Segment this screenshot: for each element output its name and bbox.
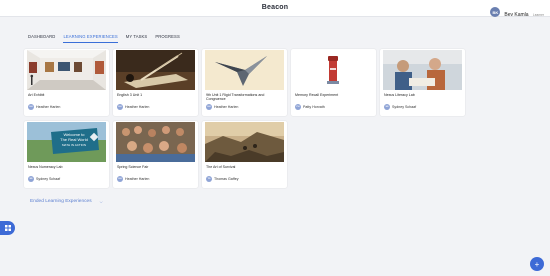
user-avatar[interactable]: BK [490,7,501,17]
card-thumbnail [383,50,462,90]
side-menu-button[interactable] [0,221,15,235]
sign-line-3: MATH IN ACTION [62,143,86,147]
user-name: Bev Kamla [504,12,529,18]
card-thumbnail [27,50,106,90]
owner-name: Heather Harlen [125,177,150,181]
owner-name: Thomas Gaffey [214,177,239,181]
tab-dashboard[interactable]: DASHBOARD [28,34,55,43]
experience-card-nexus-literacy-lab[interactable]: Nexus Literacy Lab SS Sydney Schaaf [380,49,465,116]
owner-name: Sydney Schaaf [392,105,417,109]
user-role: Learner [533,13,544,17]
card-thumbnail: Welcome to The Real World MATH IN ACTION [27,122,106,162]
card-owner: PH Patty Horvath [295,104,325,110]
owner-avatar: HH [117,104,123,110]
card-owner: HH Heather Harlen [117,104,149,110]
experience-card-english-3-unit-1[interactable]: English 3 Unit 1 HH Heather Harlen [113,49,198,116]
app-title: Beacon [261,4,289,11]
experience-card-spring-science-fair[interactable]: Spring Science Fair HH Heather Harlen [113,121,198,188]
card-title: The Art of Survival [206,165,236,169]
user-menu[interactable]: BK Bev Kamla Learner [490,3,544,21]
tab-progress[interactable]: PROGRESS [155,34,180,43]
owner-name: Heather Harlen [125,105,150,109]
card-title: 9th Unit 1 Rigid Transformations and Con… [206,93,265,102]
owner-name: Patty Horvath [303,105,325,109]
card-owner: SS Sydney Schaaf [28,176,60,182]
card-thumbnail [205,122,284,162]
owner-name: Sydney Schaaf [36,177,61,181]
owner-name: Heather Harlen [36,105,61,109]
card-thumbnail [294,50,373,90]
owner-avatar: HH [117,176,123,182]
card-owner: HH Heather Harlen [206,104,238,110]
top-bar: Beacon BK Bev Kamla Learner [0,0,550,18]
experience-card-nexus-numeracy-lab[interactable]: Welcome to The Real World MATH IN ACTION… [24,121,109,188]
tabs-nav: DASHBOARD LEARNING EXPERIENCES MY TASKS … [28,34,180,43]
experience-card-memory-recall[interactable]: Memory Recall Experiment PH Patty Horvat… [291,49,376,116]
card-title: English 3 Unit 1 [117,93,143,97]
card-title: Nexus Numeracy Lab [28,165,63,169]
card-title: Spring Science Fair [117,165,149,169]
card-thumbnail [205,50,284,90]
experience-card-art-exhibit[interactable]: Art Exhibit HH Heather Harlen [24,49,109,116]
ended-experiences-label: Ended Learning Experiences [30,199,92,204]
chevron-down-icon: ⌵ [99,199,103,204]
grid-icon [4,225,11,231]
card-title: Art Exhibit [28,93,45,97]
owner-avatar: TG [206,176,212,182]
card-owner: TG Thomas Gaffey [206,176,239,182]
card-title: Nexus Literacy Lab [384,93,415,97]
ended-experiences-toggle[interactable]: Ended Learning Experiences ⌵ [30,199,103,204]
card-owner: SS Sydney Schaaf [384,104,416,110]
owner-avatar: HH [28,104,34,110]
card-thumbnail [116,50,195,90]
card-owner: HH Heather Harlen [28,104,60,110]
tab-learning-experiences[interactable]: LEARNING EXPERIENCES [63,34,118,43]
owner-name: Heather Harlen [214,105,239,109]
card-owner: HH Heather Harlen [117,176,149,182]
owner-avatar: SS [28,176,34,182]
add-button[interactable]: + [530,257,544,271]
tab-my-tasks[interactable]: MY TASKS [126,34,148,43]
sign-line-2: The Real World [60,137,88,142]
owner-avatar: PH [295,104,301,110]
owner-avatar: HH [206,104,212,110]
card-thumbnail [116,122,195,162]
experience-card-art-of-survival[interactable]: The Art of Survival TG Thomas Gaffey [202,121,287,188]
card-title: Memory Recall Experiment [295,93,339,97]
owner-avatar: SS [384,104,390,110]
experience-card-rigid-transformations[interactable]: 9th Unit 1 Rigid Transformations and Con… [202,49,287,116]
